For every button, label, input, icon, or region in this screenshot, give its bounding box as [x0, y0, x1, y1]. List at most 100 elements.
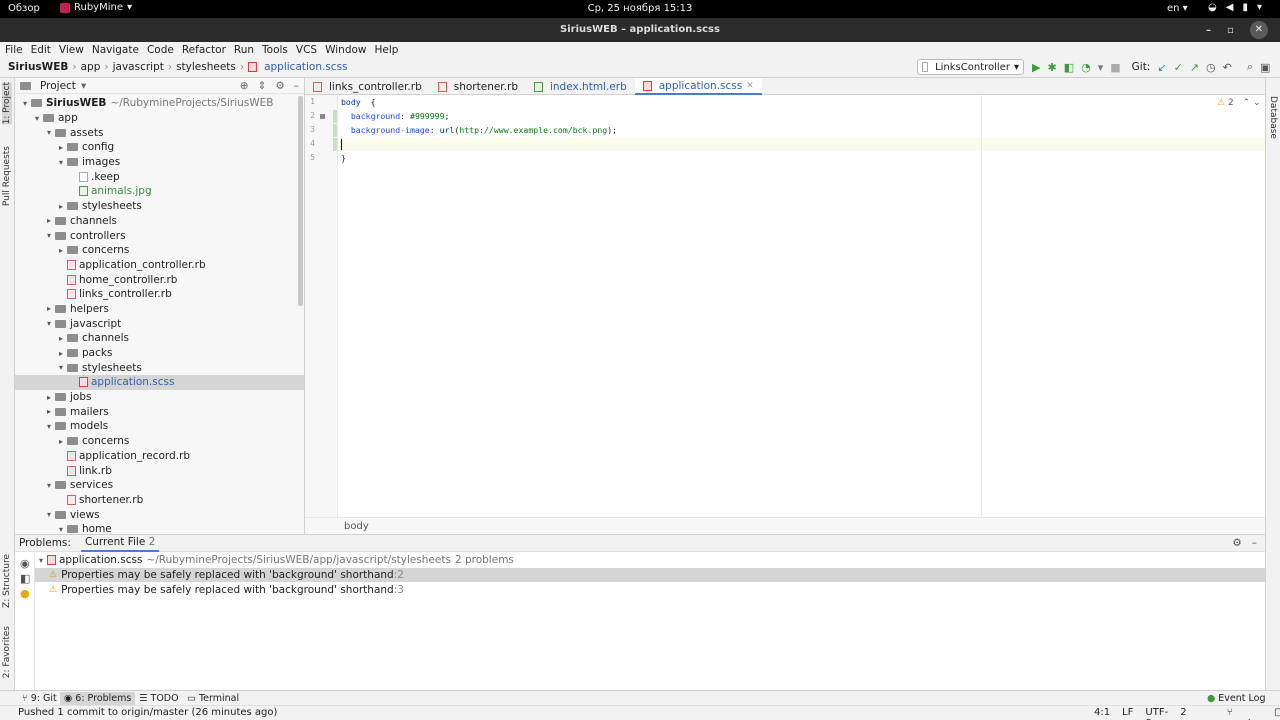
scrollbar[interactable] [298, 96, 303, 306]
tab-current-file[interactable]: Current File 2 [80, 535, 160, 552]
hide-icon[interactable]: – [294, 80, 299, 92]
crumb-stylesheets[interactable]: stylesheets [176, 61, 236, 73]
editor-tab[interactable]: shortener.rb [430, 78, 526, 95]
editor-tab[interactable]: index.html.erb [526, 78, 635, 95]
git-update-icon[interactable]: ↙ [1157, 61, 1166, 74]
pull-requests-tool-tab[interactable]: Pull Requests [2, 146, 12, 206]
locate-icon[interactable]: ⊕ [240, 80, 249, 92]
close-icon[interactable]: ✕ [1249, 21, 1268, 39]
tree-item[interactable]: ▾ views [15, 507, 304, 522]
vcs-change-marker[interactable] [333, 124, 337, 137]
gear-icon[interactable]: ⚙ [1232, 537, 1241, 549]
tree-item[interactable]: ▸ stylesheets [15, 199, 304, 214]
structure-tool-tab[interactable]: Z: Structure [2, 554, 12, 608]
tree-item[interactable]: shortener.rb [15, 493, 304, 508]
menu-view[interactable]: View [59, 44, 84, 56]
gear-icon[interactable]: ⚙ [275, 80, 284, 92]
system-tray[interactable]: ◒ ◀ ▮ ▾ [1208, 2, 1262, 13]
git-branch[interactable]: ⑂ master [1227, 707, 1262, 720]
code-editor[interactable]: 1 2 3 4 5 body { background: #999999; backgr… [305, 95, 1265, 517]
tree-item[interactable]: ▸ concerns [15, 243, 304, 258]
project-panel-title[interactable]: Project [40, 80, 76, 92]
tree-item[interactable]: ▸ jobs [15, 390, 304, 405]
menu-navigate[interactable]: Navigate [92, 44, 139, 56]
tree-item[interactable]: ▸ channels [15, 214, 304, 229]
menu-refactor[interactable]: Refactor [182, 44, 226, 56]
tree-item[interactable]: ▸ helpers [15, 302, 304, 317]
run-config-selector[interactable]: LinksController ▾ [917, 59, 1024, 75]
tree-item[interactable]: ▾ app [15, 111, 304, 126]
vcs-change-marker[interactable] [333, 110, 337, 123]
menu-edit[interactable]: Edit [31, 44, 51, 56]
tree-item[interactable]: ▾ SiriusWEB ~/RubymineProjects/SiriusWEB [15, 96, 304, 111]
run-icon[interactable]: ▶ [1032, 61, 1040, 74]
hide-icon[interactable]: – [1252, 537, 1257, 549]
tool-problems[interactable]: ◉ 6: Problems [60, 692, 136, 705]
tree-item[interactable]: ▸ channels [15, 331, 304, 346]
favorites-tool-tab[interactable]: 2: Favorites [2, 626, 12, 678]
menu-code[interactable]: Code [147, 44, 174, 56]
layout-icon[interactable]: ▣ [1260, 61, 1270, 74]
editor-tab[interactable]: application.scss ✕ [634, 78, 762, 95]
menu-window[interactable]: Window [325, 44, 366, 56]
status-message[interactable]: Pushed 1 commit to origin/master (26 min… [18, 707, 277, 718]
menu-help[interactable]: Help [375, 44, 399, 56]
project-tree[interactable]: ▾ SiriusWEB ~/RubymineProjects/SiriusWEB ▾ a… [15, 96, 304, 537]
collapse-icon[interactable]: ⇕ [258, 80, 267, 92]
tree-item[interactable]: ▸ mailers [15, 404, 304, 419]
tool-terminal[interactable]: ▭ Terminal [187, 693, 239, 704]
code-line[interactable]: } [341, 153, 346, 163]
fold-marker-icon[interactable] [320, 114, 325, 119]
editor-tab[interactable]: links_controller.rb [305, 78, 430, 95]
line-separator[interactable]: LF [1122, 707, 1133, 720]
lock-icon[interactable]: ▢ [1274, 707, 1280, 720]
tree-item[interactable]: application.scss [15, 375, 304, 390]
tree-item[interactable]: ▾ models [15, 419, 304, 434]
tree-item[interactable]: ▸ concerns [15, 434, 304, 449]
tool-git[interactable]: ⑂ 9: Git [22, 693, 57, 704]
tree-item[interactable]: ▾ assets [15, 125, 304, 140]
caret-position[interactable]: 4:1 [1094, 707, 1110, 720]
menu-vcs[interactable]: VCS [296, 44, 317, 56]
system-clock[interactable]: Ср, 25 ноября 15:13 [0, 3, 1280, 14]
search-icon[interactable]: ⌕ [1247, 60, 1253, 74]
tree-item[interactable]: links_controller.rb [15, 287, 304, 302]
tree-item[interactable]: ▸ config [15, 140, 304, 155]
tree-item[interactable]: .keep [15, 169, 304, 184]
event-log-button[interactable]: ● Event Log [1207, 693, 1266, 704]
tree-item[interactable]: home_controller.rb [15, 272, 304, 287]
tree-item[interactable]: ▾ services [15, 478, 304, 493]
tree-item[interactable]: link.rb [15, 463, 304, 478]
code-line[interactable]: body { [341, 97, 376, 107]
indent-setting[interactable]: 2 spaces [1180, 707, 1215, 720]
debug-icon[interactable]: ✱ [1047, 61, 1056, 74]
problem-row[interactable]: ⚠ Properties may be safely replaced with … [35, 567, 1265, 583]
file-encoding[interactable]: UTF-8 [1145, 707, 1168, 720]
tree-item[interactable]: ▾ stylesheets [15, 360, 304, 375]
editor-breadcrumb-item[interactable]: body [344, 521, 369, 532]
crumb-app[interactable]: app [81, 61, 101, 73]
tree-item[interactable]: ▸ packs [15, 346, 304, 361]
crumb-file[interactable]: application.scss [264, 61, 347, 73]
crumb-javascript[interactable]: javascript [113, 61, 164, 73]
eye-icon[interactable]: ◉ [20, 557, 30, 570]
code-line[interactable]: background-image: url(http://www.example… [341, 125, 617, 135]
chevron-down-icon[interactable]: ▾ [81, 80, 86, 92]
git-commit-icon[interactable]: ✓ [1174, 61, 1183, 74]
warnings-indicator[interactable]: ⚠ 2 ⌃ ⌄ [1217, 98, 1261, 108]
rollback-icon[interactable]: ↶ [1223, 61, 1232, 74]
preview-icon[interactable]: ◧ [20, 572, 30, 585]
project-tool-tab[interactable]: 1: Project [2, 82, 12, 125]
crumb-project[interactable]: SiriusWEB [8, 61, 68, 73]
git-push-icon[interactable]: ↗ [1190, 61, 1199, 74]
tree-item[interactable]: application_record.rb [15, 449, 304, 464]
history-icon[interactable]: ◷ [1206, 61, 1216, 74]
code-line[interactable]: background: #999999; [341, 111, 450, 121]
problem-row[interactable]: ⚠ Properties may be safely replaced with … [35, 582, 1265, 597]
problems-file-row[interactable]: ▾ application.scss ~/RubymineProjects/Si… [35, 553, 1265, 568]
tool-todo[interactable]: ☰ TODO [139, 693, 179, 704]
tree-item[interactable]: ▾ javascript [15, 316, 304, 331]
language-indicator[interactable]: en ▾ [1167, 3, 1188, 14]
tree-item[interactable]: animals.jpg [15, 184, 304, 199]
minimize-icon[interactable]: – [1206, 25, 1211, 36]
